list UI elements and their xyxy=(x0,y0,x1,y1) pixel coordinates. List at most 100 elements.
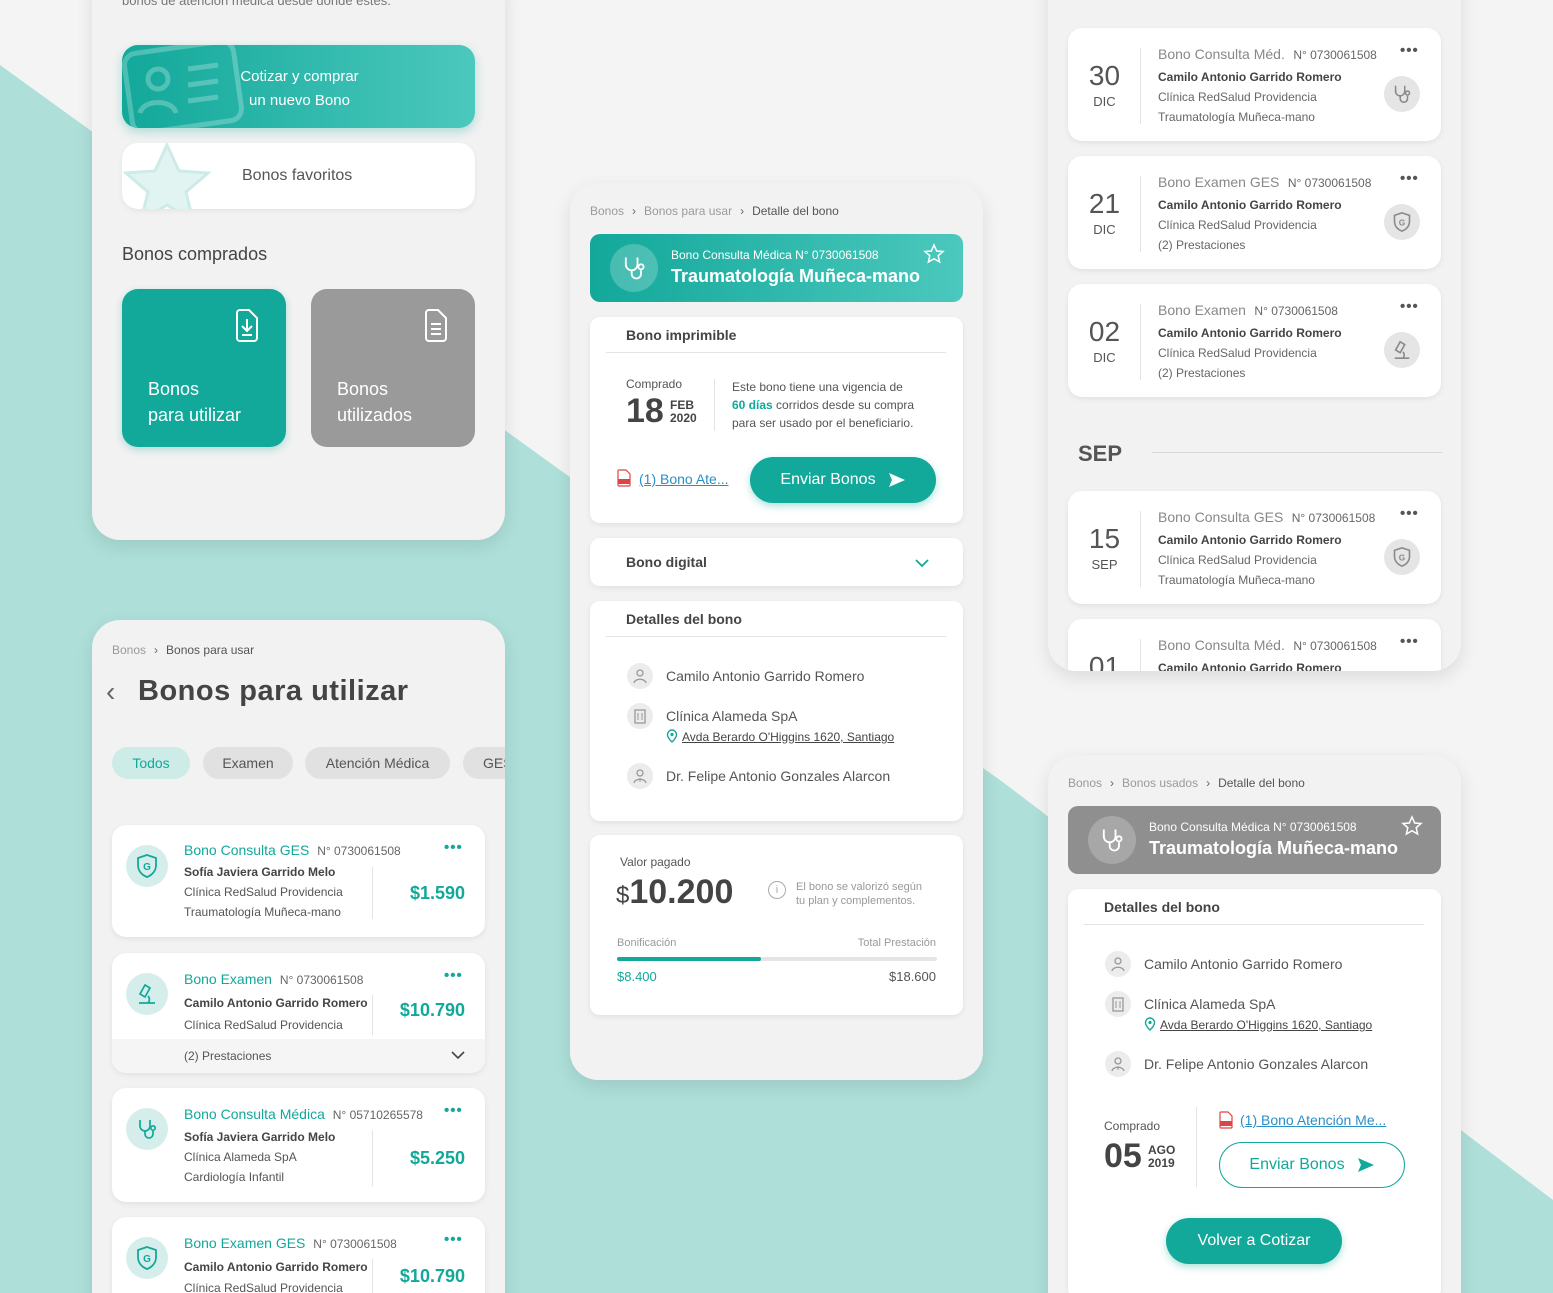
valor-amount: 10.200 xyxy=(629,873,734,911)
item-price: $1.590 xyxy=(409,883,465,903)
star-icon xyxy=(122,143,212,209)
item-person: Sofía Javiera Garrido Melo xyxy=(184,1130,336,1144)
list-item[interactable]: Bono Consulta Médica N° 05710265578 ••• … xyxy=(112,1088,485,1202)
bono-digital-accordion[interactable]: Bono digital xyxy=(590,538,963,586)
svg-text:G: G xyxy=(143,862,151,873)
stethoscope-icon xyxy=(1088,816,1136,864)
breadcrumb-item[interactable]: Bonos xyxy=(590,204,624,218)
item-spec: Traumatología Muñeca-mano xyxy=(1158,110,1315,124)
breadcrumb-item[interactable]: Bonos xyxy=(1068,776,1102,790)
used-list-item[interactable]: 30 DIC Bono Consulta Méd. N° 0730061508 … xyxy=(1068,28,1441,141)
item-number: N° 05710265578 xyxy=(332,1108,423,1122)
item-number: N° 0730061508 xyxy=(1291,511,1376,525)
chip-todos[interactable]: Todos xyxy=(112,747,190,779)
address-link[interactable]: Avda Berardo O'Higgins 1620, Santiago xyxy=(682,730,894,744)
item-day: 21 xyxy=(1088,188,1121,219)
more-options-icon[interactable]: ••• xyxy=(444,967,463,984)
breadcrumb-current: Bonos para usar xyxy=(166,643,255,657)
download-doc-icon xyxy=(236,309,258,342)
item-clinic: Clínica RedSalud Providencia xyxy=(1158,218,1317,232)
bono-header: Bono Consulta Médica N° 0730061508 Traum… xyxy=(1068,806,1441,874)
used-list-panel: 30 DIC Bono Consulta Méd. N° 0730061508 … xyxy=(1048,0,1461,671)
favorite-star-icon[interactable] xyxy=(923,243,945,265)
more-options-icon[interactable]: ••• xyxy=(1400,170,1419,187)
stethoscope-icon xyxy=(1384,76,1420,112)
item-number: N° 0730061508 xyxy=(313,1237,397,1251)
vigencia-line1: Este bono tiene una vigencia de xyxy=(732,380,903,394)
prestaciones-toggle[interactable]: (2) Prestaciones xyxy=(112,1039,485,1073)
valor-card: Valor pagado $10.200 i El bono se valori… xyxy=(590,835,963,1015)
tile-utilizar-line2: para utilizar xyxy=(148,405,242,425)
breadcrumb-item[interactable]: Bonos xyxy=(112,643,146,657)
more-options-icon[interactable]: ••• xyxy=(444,1102,463,1119)
shield-g-icon: G xyxy=(126,845,168,887)
used-list-item[interactable]: 15 SEP Bono Consulta GES N° 0730061508 •… xyxy=(1068,491,1441,604)
item-month: DIC xyxy=(1093,222,1116,237)
bono-header: Bono Consulta Médica N° 0730061508 Traum… xyxy=(590,234,963,302)
pdf-download-link[interactable]: (1) Bono Ate... xyxy=(639,471,729,487)
chip-examen[interactable]: Examen xyxy=(203,747,293,779)
back-chevron-icon[interactable]: ‹ xyxy=(106,676,115,708)
chip-ges[interactable]: GES xyxy=(463,747,505,779)
info-icon[interactable]: i xyxy=(768,881,786,899)
item-clinic: Clínica RedSalud Providencia xyxy=(184,1018,343,1032)
item-number: N° 0730061508 xyxy=(1287,176,1372,190)
stethoscope-icon xyxy=(610,244,658,292)
volver-cotizar-button[interactable]: Volver a Cotizar xyxy=(1166,1218,1342,1264)
item-spec: (2) Prestaciones xyxy=(1158,366,1246,380)
more-options-icon[interactable]: ••• xyxy=(1400,505,1419,522)
item-day: 01 xyxy=(1088,651,1121,671)
address-link[interactable]: Avda Berardo O'Higgins 1620, Santiago xyxy=(1160,1018,1372,1032)
bonificacion-bar-fill xyxy=(617,957,761,961)
valor-note-line2: tu plan y complementos. xyxy=(796,895,916,907)
enviar-bonos-button[interactable]: Enviar Bonos xyxy=(1219,1142,1405,1188)
list-item[interactable]: Bono Examen N° 0730061508 ••• Camilo Ant… xyxy=(112,953,485,1073)
item-spec: (2) Prestaciones xyxy=(1158,238,1246,252)
cotizar-button[interactable]: Cotizar y comprar un nuevo Bono xyxy=(122,45,475,128)
more-options-icon[interactable]: ••• xyxy=(1400,42,1419,59)
doctor-name: Dr. Felipe Antonio Gonzales Alarcon xyxy=(666,768,891,784)
breadcrumb-current: Detalle del bono xyxy=(752,204,839,218)
favorite-star-icon[interactable] xyxy=(1401,815,1423,837)
chip-atencion-medica[interactable]: Atención Médica xyxy=(305,747,450,779)
breadcrumb-item[interactable]: Bonos para usar xyxy=(644,204,732,218)
item-number: N° 0730061508 xyxy=(1293,48,1377,62)
item-day: 15 xyxy=(1088,523,1121,554)
used-list-item[interactable]: 21 DIC Bono Examen GES N° 0730061508 •••… xyxy=(1068,156,1441,269)
more-options-icon[interactable]: ••• xyxy=(1400,298,1419,315)
item-person: Sofía Javiera Garrido Melo xyxy=(184,865,336,879)
item-person: Camilo Antonio Garrido Romero xyxy=(184,1260,368,1274)
detalles-title: Detalles del bono xyxy=(1104,899,1220,915)
comprado-year: 2020 xyxy=(670,411,697,425)
item-number: N° 0730061508 xyxy=(1293,639,1377,653)
doctor-name: Dr. Felipe Antonio Gonzales Alarcon xyxy=(1144,1056,1369,1072)
list-item[interactable]: G Bono Examen GES N° 0730061508 ••• Cami… xyxy=(112,1217,485,1293)
breadcrumb-item[interactable]: Bonos usados xyxy=(1122,776,1198,790)
more-options-icon[interactable]: ••• xyxy=(1400,633,1419,650)
item-day: 02 xyxy=(1088,316,1121,347)
intro-text: bonos de atención médica desde donde est… xyxy=(122,0,391,8)
used-list-item[interactable]: 01 Bono Consulta Méd. N° 0730061508 ••• … xyxy=(1068,619,1441,671)
shield-g-icon: G xyxy=(126,1237,168,1279)
item-clinic: Clínica RedSalud Providencia xyxy=(1158,90,1317,104)
building-icon xyxy=(1105,991,1131,1017)
item-price: $10.790 xyxy=(399,1000,465,1020)
item-type: Bono Examen xyxy=(1158,302,1246,318)
item-clinic: Clínica RedSalud Providencia xyxy=(1158,346,1317,360)
doctor-icon xyxy=(627,763,653,789)
tile-bonos-utilizar[interactable]: Bonos para utilizar xyxy=(122,289,286,447)
item-number: N° 0730061508 xyxy=(1254,304,1338,318)
more-options-icon[interactable]: ••• xyxy=(444,1231,463,1248)
building-icon xyxy=(627,703,653,729)
more-options-icon[interactable]: ••• xyxy=(444,839,463,856)
list-item[interactable]: G Bono Consulta GES N° 0730061508 ••• So… xyxy=(112,825,485,937)
bonificacion-value: $8.400 xyxy=(617,969,657,984)
item-price: $5.250 xyxy=(409,1148,465,1168)
item-person: Camilo Antonio Garrido Romero xyxy=(1158,661,1342,671)
favoritos-button[interactable]: Bonos favoritos xyxy=(122,143,475,209)
used-list-item[interactable]: 02 DIC Bono Examen N° 0730061508 ••• Cam… xyxy=(1068,284,1441,397)
item-type: Bono Consulta GES xyxy=(1158,509,1284,525)
enviar-bonos-button[interactable]: Enviar Bonos xyxy=(750,457,936,503)
tile-bonos-utilizados[interactable]: Bonos utilizados xyxy=(311,289,475,447)
pdf-download-link[interactable]: (1) Bono Atención Me... xyxy=(1240,1112,1386,1128)
